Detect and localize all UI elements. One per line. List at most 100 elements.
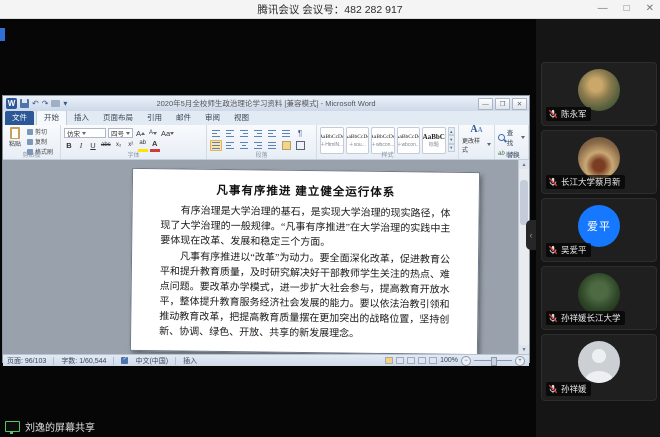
bold-button[interactable]: B — [64, 140, 74, 151]
participant-tile[interactable]: 孙祥媛长江大学 — [541, 266, 657, 330]
tab-view[interactable]: 视图 — [227, 111, 256, 125]
participant-tile[interactable]: 长江大学蔡月新 — [541, 130, 657, 194]
quick-access-toolbar: W ↶ ↷ ▾ — [6, 98, 67, 109]
scroll-down-icon[interactable]: ▼ — [519, 345, 529, 354]
borders-button[interactable] — [294, 140, 306, 151]
maximize-button[interactable]: □ — [624, 4, 630, 14]
bullet-list-button[interactable] — [210, 128, 222, 139]
minimize-button[interactable]: — — [598, 4, 608, 14]
underline-button[interactable]: U — [88, 140, 98, 151]
screen-share-icon — [5, 421, 20, 432]
find-button[interactable]: 查找 — [498, 127, 525, 147]
align-center-button[interactable] — [238, 140, 250, 151]
style-gallery-scroll: ▲ ▼ ▼ — [448, 127, 455, 152]
copy-button[interactable]: 复制 — [27, 137, 57, 146]
redo-icon[interactable]: ↷ — [42, 99, 49, 108]
sort-button[interactable] — [280, 128, 292, 139]
taskbar-fragment — [0, 28, 5, 41]
show-marks-button[interactable]: ¶ — [294, 128, 306, 139]
font-size-select[interactable]: 四号 — [108, 128, 133, 138]
vertical-scrollbar[interactable]: ▲ ▼ — [518, 160, 529, 354]
page-indicator[interactable]: 页面: 96/103 — [7, 356, 46, 366]
tab-file[interactable]: 文件 — [5, 111, 34, 125]
scroll-up-icon[interactable]: ▲ — [519, 160, 529, 169]
align-left-button[interactable] — [224, 140, 236, 151]
justify-button[interactable] — [210, 140, 222, 151]
participant-tile[interactable]: 爱平 吴爱平 — [541, 198, 657, 262]
cut-button[interactable]: 剪切 — [27, 127, 57, 136]
tab-insert[interactable]: 插入 — [67, 111, 96, 125]
web-layout-view-button[interactable] — [407, 357, 415, 364]
gallery-up-button[interactable]: ▲ — [448, 127, 455, 135]
tab-mailings[interactable]: 邮件 — [169, 111, 198, 125]
copy-icon — [27, 139, 33, 145]
word-restore-button[interactable]: ❐ — [495, 98, 510, 110]
fullscreen-view-button[interactable] — [396, 357, 404, 364]
italic-button[interactable]: I — [76, 140, 86, 151]
window-controls: — □ ✕ — [598, 0, 654, 18]
increase-indent-button[interactable] — [266, 128, 278, 139]
change-styles-icon: AA — [470, 125, 482, 135]
qat-dropdown-icon[interactable]: ▾ — [63, 99, 67, 108]
tab-page-layout[interactable]: 页面布局 — [96, 111, 140, 125]
change-styles-button[interactable]: AA 更改样式 — [459, 125, 495, 159]
tab-home[interactable]: 开始 — [36, 110, 67, 125]
word-minimize-button[interactable]: — — [478, 98, 493, 110]
document-area[interactable]: 凡事有序推进 建立健全运行体系 有序治理是大学治理的基石，是实现大学治理的现实路… — [3, 160, 529, 354]
font-name-select[interactable]: 仿宋 — [64, 128, 106, 138]
insert-mode-indicator[interactable]: 插入 — [183, 356, 197, 366]
word-count[interactable]: 字数: 1/60,544 — [61, 356, 106, 366]
word-logo-icon[interactable]: W — [6, 98, 17, 109]
scrollbar-thumb[interactable] — [520, 180, 528, 225]
participant-tile[interactable]: 陈永军 — [541, 62, 657, 126]
decrease-indent-icon — [254, 130, 262, 137]
zoom-slider[interactable] — [474, 360, 512, 361]
strikethrough-button[interactable]: abc — [100, 140, 112, 151]
zoom-in-button[interactable]: + — [515, 356, 525, 366]
gallery-down-button[interactable]: ▼ — [448, 135, 455, 143]
numbered-list-button[interactable] — [224, 128, 236, 139]
styles-group: AaBbCcDc ＋HtmlN... AaBbCcDd ＋sou... AaBb… — [317, 125, 459, 159]
chevron-down-icon — [126, 132, 130, 135]
decrease-indent-button[interactable] — [252, 128, 264, 139]
print-layout-view-button[interactable] — [385, 357, 393, 364]
draft-view-button[interactable] — [429, 357, 437, 364]
sidebar-collapse-handle[interactable]: ‹ — [526, 220, 536, 250]
zoom-level[interactable]: 100% — [440, 357, 458, 364]
multilevel-list-icon — [240, 130, 248, 137]
document-page[interactable]: 凡事有序推进 建立健全运行体系 有序治理是大学治理的基石，是实现大学治理的现实路… — [130, 168, 480, 354]
grow-font-button[interactable]: A — [135, 128, 146, 139]
line-spacing-button[interactable] — [266, 140, 278, 151]
shrink-font-button[interactable]: A — [148, 128, 158, 139]
divider — [53, 357, 54, 365]
word-close-button[interactable]: ✕ — [512, 98, 527, 110]
spellcheck-icon[interactable] — [121, 357, 128, 364]
subscript-button[interactable]: x₂ — [114, 140, 124, 151]
close-button[interactable]: ✕ — [646, 4, 654, 14]
language-indicator[interactable]: 中文(中国) — [135, 356, 168, 366]
tab-references[interactable]: 引用 — [140, 111, 169, 125]
word-window-controls: — ❐ ✕ — [478, 98, 527, 110]
outline-view-button[interactable] — [418, 357, 426, 364]
participant-tile[interactable]: 孙祥媛 — [541, 334, 657, 401]
line-spacing-icon — [268, 142, 276, 149]
save-icon[interactable] — [20, 99, 29, 108]
mic-muted-icon — [548, 177, 558, 187]
tab-review[interactable]: 审阅 — [198, 111, 227, 125]
ribbon-tab-bar: 文件 开始 插入 页面布局 引用 邮件 审阅 视图 — [3, 111, 529, 125]
divider — [113, 357, 114, 365]
undo-icon[interactable]: ↶ — [32, 99, 39, 108]
paste-button[interactable]: 粘贴 — [6, 127, 24, 148]
multilevel-list-button[interactable] — [238, 128, 250, 139]
mic-muted-icon — [548, 245, 558, 255]
mic-muted-icon — [548, 109, 558, 119]
participant-name: 陈永军 — [561, 108, 587, 120]
zoom-out-button[interactable]: − — [461, 356, 471, 366]
change-case-button[interactable]: Aa — [160, 128, 175, 139]
mic-muted-icon — [548, 313, 558, 323]
print-icon[interactable] — [51, 100, 60, 107]
zoom-slider-thumb[interactable] — [491, 357, 497, 366]
superscript-button[interactable]: x² — [126, 140, 136, 151]
align-right-button[interactable] — [252, 140, 264, 151]
shading-button[interactable] — [280, 140, 292, 151]
